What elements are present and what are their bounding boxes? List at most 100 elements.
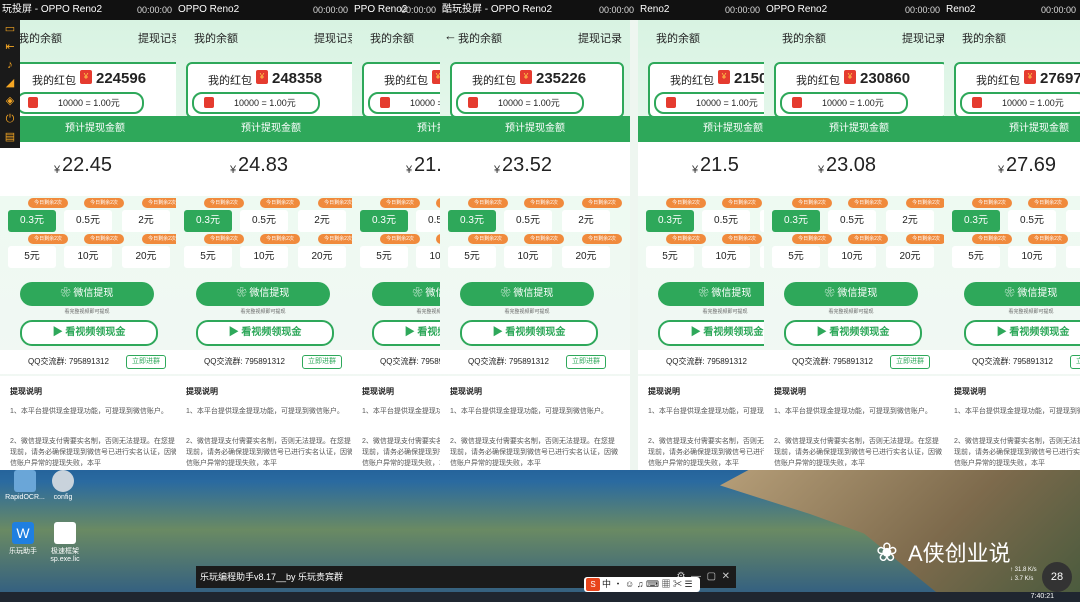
join-group-button[interactable]: 立即进群 xyxy=(1070,355,1080,369)
amount-option[interactable]: 10元 xyxy=(1008,246,1056,268)
amount-option[interactable]: 0.5元 xyxy=(504,210,552,232)
join-group-button[interactable]: 立即进群 xyxy=(566,355,606,369)
amount-option[interactable]: 5元 xyxy=(448,246,496,268)
wechat-withdraw-button[interactable]: ❀ 微信提现 xyxy=(372,282,440,306)
back-icon[interactable]: ⇤ xyxy=(0,38,20,56)
amount-option[interactable]: 20元 xyxy=(1066,246,1080,268)
amount-option[interactable]: 0.3元 xyxy=(646,210,694,232)
amount-option[interactable]: 20元 xyxy=(122,246,170,268)
watch-video-button[interactable]: ▶ 看视频领现金 xyxy=(372,320,440,346)
amount-option[interactable]: 5元 xyxy=(952,246,1000,268)
power-icon[interactable]: ⏻ xyxy=(0,110,20,128)
estimated-label: 预计提现金额 xyxy=(638,116,764,142)
volume-icon[interactable]: ◢ xyxy=(0,74,20,92)
amount-option[interactable]: 5元 xyxy=(360,246,408,268)
wechat-withdraw-button[interactable]: ❀ 微信提现 xyxy=(658,282,764,306)
amount-option[interactable]: 20元 xyxy=(886,246,934,268)
wechat-withdraw-button[interactable]: ❀ 微信提现 xyxy=(784,282,918,306)
watch-video-button[interactable]: ▶ 看视频领现金 xyxy=(460,320,598,346)
amount-option[interactable]: 0.5元 xyxy=(240,210,288,232)
join-group-button[interactable]: 立即进群 xyxy=(126,355,166,369)
back-arrow-icon[interactable]: ← xyxy=(444,28,457,43)
keyboard-icon[interactable]: ▤ xyxy=(0,128,20,146)
page-title: 我的余额 xyxy=(194,33,238,45)
amount-option[interactable]: 10元 xyxy=(504,246,552,268)
option-tag: 今日剩余2次 xyxy=(848,198,888,208)
amount-option[interactable]: 0.5元 xyxy=(416,210,440,232)
ime-toolbar[interactable]: S中 ・ ☺ ♫ ⌨ ▦ ✂ ☰ xyxy=(584,577,700,592)
window-titlebar[interactable]: Reno2 00:00:00 xyxy=(944,0,1080,20)
option-tag: 今日剩余2次 xyxy=(1028,234,1068,244)
amount-option[interactable]: 0.3元 xyxy=(448,210,496,232)
option-tag: 今日剩余2次 xyxy=(318,234,352,244)
withdraw-record-link[interactable]: 提现记录 xyxy=(314,30,352,46)
window-titlebar[interactable]: 玩投屏 - OPPO Reno2 00:00:00 xyxy=(0,0,176,20)
amount-option[interactable]: 20元 xyxy=(298,246,346,268)
amount-option[interactable]: 0.3元 xyxy=(360,210,408,232)
amount-option[interactable]: 2元 xyxy=(1066,210,1080,232)
amount-option[interactable]: 20元 xyxy=(562,246,610,268)
withdraw-record-link[interactable]: 提现记录 xyxy=(138,30,176,46)
desktop-icon-config[interactable]: config xyxy=(38,470,88,501)
withdraw-description: 提现说明 1、本平台提供现金提现功能，可提现到微信账户。 2、微信提现支付需要实… xyxy=(944,376,1080,470)
withdraw-record-link[interactable]: 提现记录 xyxy=(578,30,622,46)
amount-option[interactable]: 0.5元 xyxy=(1008,210,1056,232)
watch-video-button[interactable]: ▶ 看视频领现金 xyxy=(20,320,158,346)
option-tag: 今日剩余2次 xyxy=(28,234,68,244)
amount-option[interactable]: 10元 xyxy=(828,246,876,268)
window-titlebar[interactable]: OPPO Reno2 00:00:00 xyxy=(176,0,352,20)
phone-window: OPPO Reno2 00:00:00 我的余额 提现记录 我的红包 ¥ 230… xyxy=(764,0,944,470)
watch-video-button[interactable]: ▶ 看视频领现金 xyxy=(784,320,922,346)
amount-option[interactable]: 10元 xyxy=(416,246,440,268)
window-titlebar[interactable]: Reno2 00:00:00 xyxy=(638,0,764,20)
wechat-logo-icon: ❀ xyxy=(876,537,898,567)
wechat-withdraw-button[interactable]: ❀ 微信提现 xyxy=(196,282,330,306)
qq-group-bar: QQ交流群: 795891312 立即进群 xyxy=(638,350,764,374)
amount-option[interactable]: 10元 xyxy=(702,246,750,268)
amount-option[interactable]: 0.3元 xyxy=(8,210,56,232)
amount-option[interactable]: 10元 xyxy=(64,246,112,268)
amount-option[interactable]: 0.5元 xyxy=(828,210,876,232)
amount-option[interactable]: 2元 xyxy=(886,210,934,232)
watch-video-button[interactable]: ▶ 看视频领现金 xyxy=(964,320,1080,346)
window-icon[interactable]: ▭ xyxy=(0,20,20,38)
amount-option[interactable]: 2元 xyxy=(122,210,170,232)
join-group-button[interactable]: 立即进群 xyxy=(302,355,342,369)
desktop-icon-lic[interactable]: 极速框架sp.exe.lic xyxy=(40,522,90,563)
estimated-label: 预计提现金额 xyxy=(944,116,1080,142)
wechat-withdraw-button[interactable]: ❀ 微信提现 xyxy=(20,282,154,306)
bell-icon[interactable]: ♪ xyxy=(0,56,20,74)
page-header: 我的余额 提现记录 xyxy=(360,30,440,46)
amount-option[interactable]: 0.3元 xyxy=(184,210,232,232)
amount-option[interactable]: 0.5元 xyxy=(64,210,112,232)
amount-option[interactable]: 10元 xyxy=(240,246,288,268)
wechat-withdraw-button[interactable]: ❀ 微信提现 xyxy=(460,282,594,306)
layers-icon[interactable]: ◈ xyxy=(0,92,20,110)
watch-video-button[interactable]: ▶ 看视频领现金 xyxy=(196,320,334,346)
window-titlebar[interactable]: 酷玩投屏 - OPPO Reno2 00:00:00 xyxy=(440,0,638,20)
window-titlebar[interactable]: OPPO Reno2 00:00:00 xyxy=(764,0,944,20)
option-tag: 今日剩余2次 xyxy=(260,234,300,244)
amount-option[interactable]: 0.5元 xyxy=(702,210,750,232)
option-tag: 今日剩余2次 xyxy=(84,234,124,244)
hint-text: 看完整视频即可提现 xyxy=(504,309,550,315)
window-titlebar[interactable]: PPO Reno2 00:00:00 xyxy=(352,0,440,20)
play-icon: ▶ xyxy=(690,327,704,338)
option-tag: 今日剩余2次 xyxy=(318,198,352,208)
watch-video-button[interactable]: ▶ 看视频领现金 xyxy=(658,320,764,346)
amount-option[interactable]: 5元 xyxy=(772,246,820,268)
amount-option[interactable]: 5元 xyxy=(184,246,232,268)
withdraw-record-link[interactable]: 提现记录 xyxy=(902,30,944,46)
option-tag: 今日剩余2次 xyxy=(28,198,68,208)
amount-option[interactable]: 5元 xyxy=(8,246,56,268)
page-header: 我的余额 提现记录 xyxy=(646,30,764,46)
join-group-button[interactable]: 立即进群 xyxy=(890,355,930,369)
amount-option[interactable]: 2元 xyxy=(298,210,346,232)
wechat-icon: ❀ xyxy=(500,288,514,299)
wechat-withdraw-button[interactable]: ❀ 微信提现 xyxy=(964,282,1080,306)
amount-option[interactable]: 5元 xyxy=(646,246,694,268)
amount-option[interactable]: 0.3元 xyxy=(952,210,1000,232)
wechat-icon: ❀ xyxy=(698,288,712,299)
amount-option[interactable]: 0.3元 xyxy=(772,210,820,232)
amount-option[interactable]: 2元 xyxy=(562,210,610,232)
